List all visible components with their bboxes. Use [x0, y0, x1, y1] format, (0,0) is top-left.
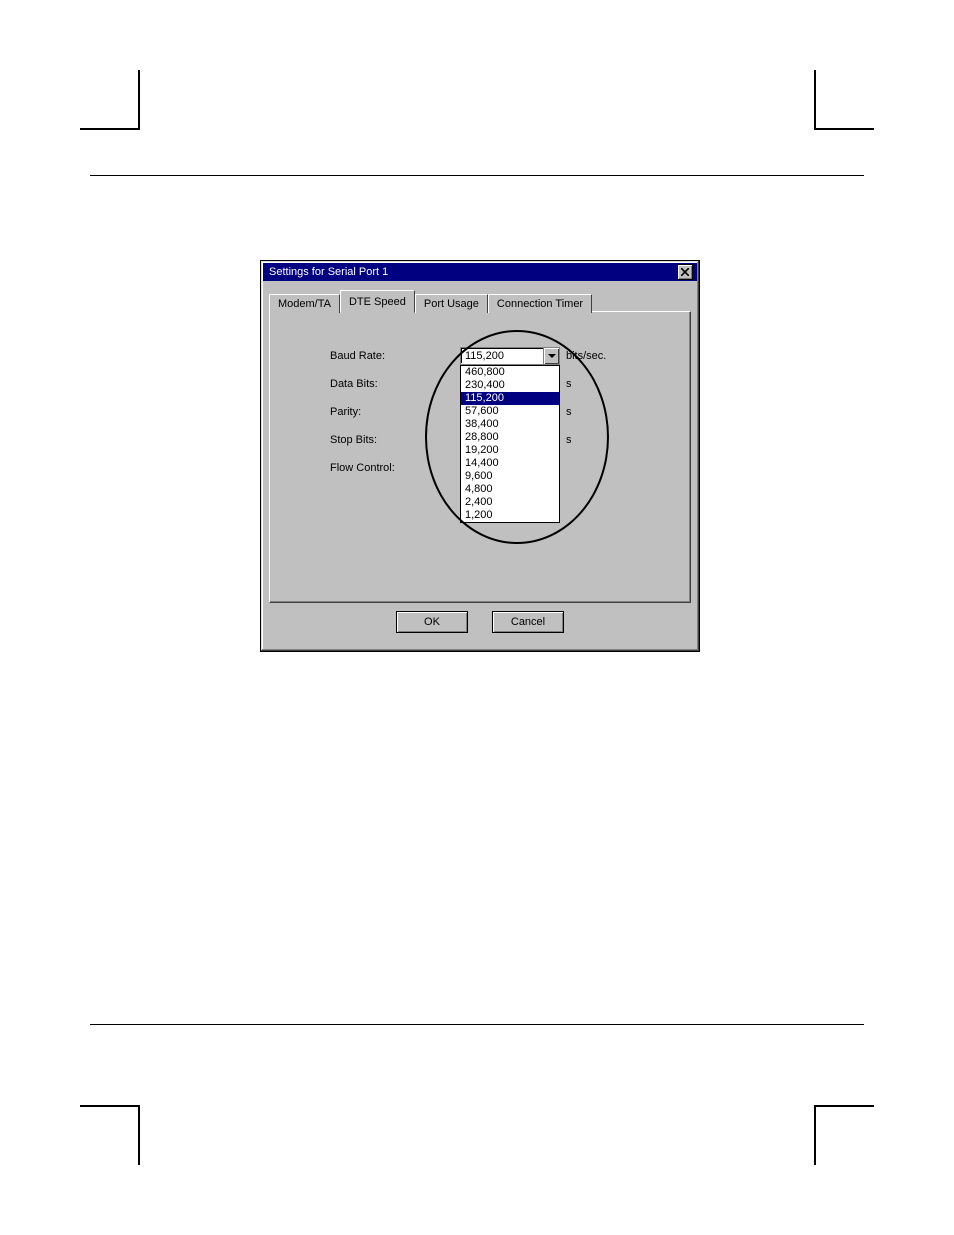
baud-option[interactable]: 14,400	[461, 457, 559, 470]
label-baud-rate: Baud Rate:	[290, 350, 460, 362]
baud-rate-combo[interactable]: 115,200 460,800 230,400 115,200 57,600 3…	[460, 347, 560, 365]
tab-panel-dte-speed: Baud Rate: 115,200 460,800 230,400 115,2…	[269, 311, 691, 603]
tab-strip: Modem/TA DTE Speed Port Usage Connection…	[269, 289, 691, 312]
tab-label: Port Usage	[424, 298, 479, 310]
baud-option[interactable]: 4,800	[461, 483, 559, 496]
tab-modem-ta[interactable]: Modem/TA	[269, 294, 340, 313]
tab-label: Connection Timer	[497, 298, 583, 310]
tab-label: DTE Speed	[349, 296, 406, 308]
baud-option-selected[interactable]: 115,200	[461, 392, 559, 405]
ok-button[interactable]: OK	[396, 611, 468, 633]
settings-dialog: Settings for Serial Port 1 Modem/TA DTE …	[260, 260, 700, 652]
baud-option[interactable]: 2,400	[461, 496, 559, 509]
tab-port-usage[interactable]: Port Usage	[415, 294, 488, 313]
crop-mark	[814, 1105, 874, 1165]
unit-stop-bits: s	[560, 434, 572, 446]
baud-rate-dropdown[interactable]: 460,800 230,400 115,200 57,600 38,400 28…	[460, 365, 560, 523]
crop-mark	[80, 70, 140, 130]
baud-option[interactable]: 28,800	[461, 431, 559, 444]
unit-bits-sec: bits/sec.	[560, 350, 606, 362]
baud-option[interactable]: 230,400	[461, 379, 559, 392]
cancel-button[interactable]: Cancel	[492, 611, 564, 633]
baud-option[interactable]: 57,600	[461, 405, 559, 418]
tab-label: Modem/TA	[278, 298, 331, 310]
rule-top	[90, 175, 864, 176]
baud-option[interactable]: 19,200	[461, 444, 559, 457]
label-flow-control: Flow Control:	[290, 462, 460, 474]
baud-option[interactable]: 38,400	[461, 418, 559, 431]
baud-option[interactable]: 460,800	[461, 366, 559, 379]
label-stop-bits: Stop Bits:	[290, 434, 460, 446]
tab-connection-timer[interactable]: Connection Timer	[488, 294, 592, 313]
unit-parity: s	[560, 406, 572, 418]
chevron-down-icon[interactable]	[543, 348, 559, 364]
baud-rate-value: 115,200	[461, 348, 543, 364]
baud-option[interactable]: 1,200	[461, 509, 559, 522]
crop-mark	[80, 1105, 140, 1165]
close-icon[interactable]	[677, 264, 693, 280]
baud-option[interactable]: 9,600	[461, 470, 559, 483]
label-data-bits: Data Bits:	[290, 378, 460, 390]
titlebar: Settings for Serial Port 1	[263, 263, 697, 281]
dialog-button-row: OK Cancel	[269, 603, 691, 643]
dialog-title: Settings for Serial Port 1	[269, 263, 388, 281]
unit-data-bits: s	[560, 378, 572, 390]
label-parity: Parity:	[290, 406, 460, 418]
rule-bottom	[90, 1024, 864, 1025]
tab-dte-speed[interactable]: DTE Speed	[340, 290, 415, 313]
crop-mark	[814, 70, 874, 130]
